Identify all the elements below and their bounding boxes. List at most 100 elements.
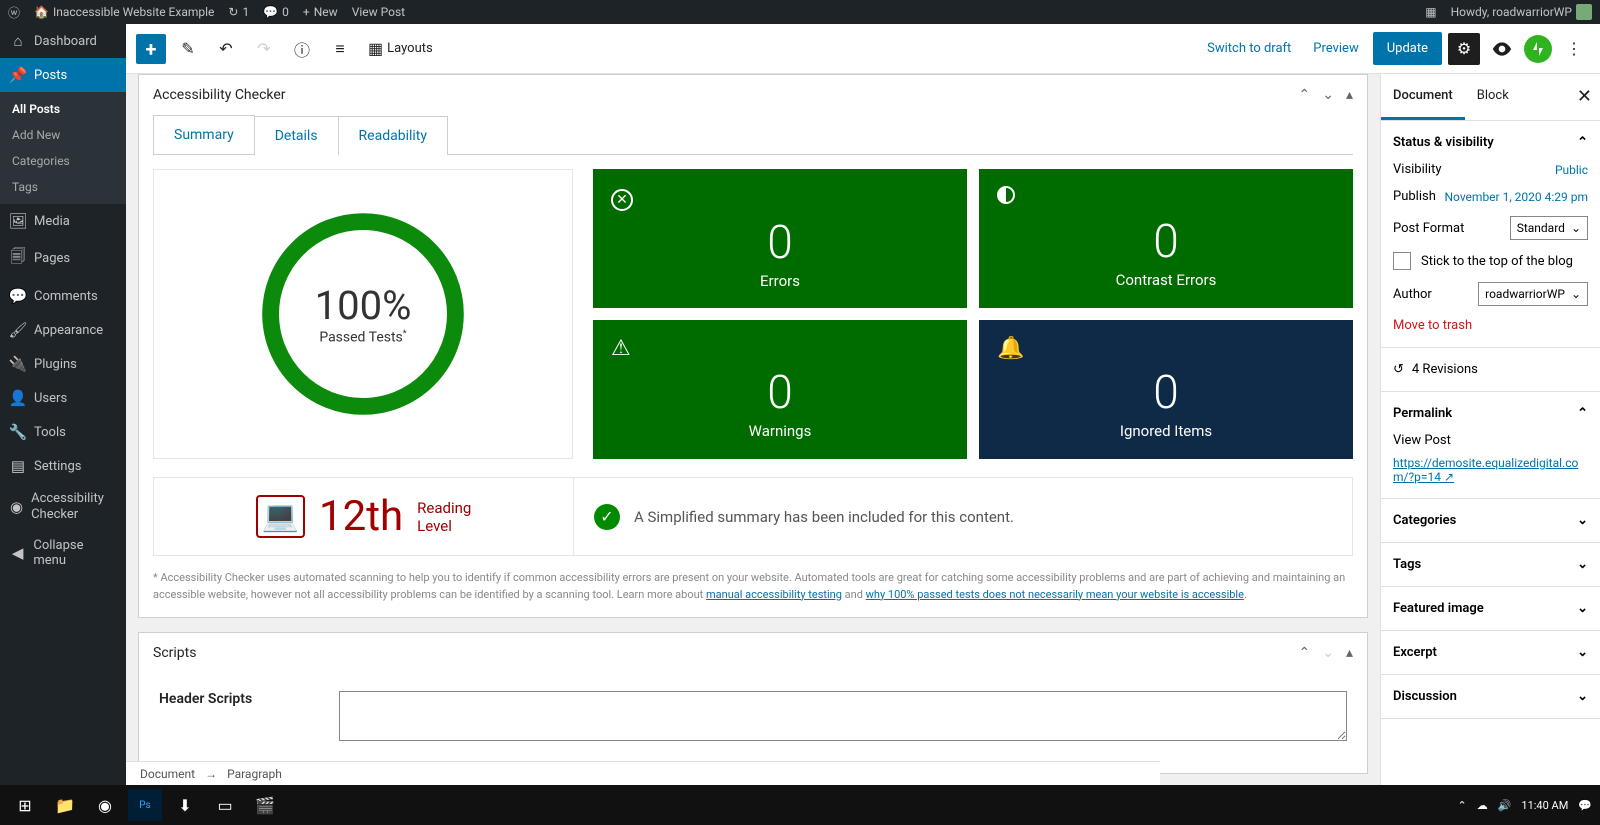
panel-header: Scripts ⌃ ⌄ ▴: [139, 633, 1367, 673]
sidebar-item-accessibility-checker[interactable]: ◉Accessibility Checker: [0, 483, 126, 530]
breadcrumb-document[interactable]: Document: [140, 767, 195, 781]
status-visibility-toggle[interactable]: Status & visibility ⌃: [1393, 135, 1588, 150]
post-format-select[interactable]: Standard ⌄: [1510, 216, 1588, 240]
chrome-icon[interactable]: ◉: [88, 789, 122, 821]
outline-button[interactable]: ≡: [324, 33, 356, 65]
new-link[interactable]: + New: [303, 5, 338, 19]
sidebar-item-posts[interactable]: 📌Posts: [0, 58, 126, 92]
disclaimer-text: * Accessibility Checker uses automated s…: [153, 570, 1353, 603]
author-select[interactable]: roadwarriorWP ⌄: [1478, 282, 1588, 306]
permalink-url-link[interactable]: https://demosite.equalizedigital.com/?p=…: [1393, 456, 1588, 484]
excerpt-toggle[interactable]: Excerpt ⌄: [1393, 645, 1588, 660]
redo-button[interactable]: ↷: [248, 33, 280, 65]
tab-document[interactable]: Document: [1381, 74, 1465, 120]
updates-link[interactable]: ↻ 1: [228, 5, 249, 19]
sidebar-item-tools[interactable]: 🔧Tools: [0, 415, 126, 449]
contrast-errors-card[interactable]: 0 Contrast Errors: [979, 169, 1353, 308]
featured-image-section: Featured image ⌄: [1381, 587, 1600, 631]
posts-icon: 📌: [10, 66, 26, 84]
edit-mode-button[interactable]: ✎: [172, 33, 204, 65]
tab-details[interactable]: Details: [254, 116, 339, 155]
permalink-toggle[interactable]: Permalink ⌃: [1393, 406, 1588, 421]
update-button[interactable]: Update: [1373, 32, 1442, 65]
windows-taskbar: ⊞ 📁 ◉ Ps ⬇ ▭ 🎬 ⌃ ☁ 🔊 11:40 AM 💬: [0, 785, 1600, 825]
howdy-link[interactable]: Howdy, roadwarriorWP: [1451, 4, 1592, 20]
sidebar-item-users[interactable]: 👤Users: [0, 381, 126, 415]
visibility-value-link[interactable]: Public: [1555, 163, 1588, 177]
info-button[interactable]: ⓘ: [286, 33, 318, 65]
sidebar-submenu-posts: All Posts Add New Categories Tags: [0, 92, 126, 204]
sidebar-item-plugins[interactable]: 🔌Plugins: [0, 347, 126, 381]
sidebar-sub-categories[interactable]: Categories: [0, 148, 126, 174]
notification-icon[interactable]: ▦: [1425, 5, 1436, 19]
accessibility-checker-panel: Accessibility Checker ⌃ ⌄ ▴ Summary Deta…: [138, 74, 1368, 618]
site-link[interactable]: 🏠 Inaccessible Website Example: [34, 5, 214, 19]
close-settings-button[interactable]: ✕: [1577, 86, 1592, 107]
tray-icon[interactable]: ⌃: [1457, 799, 1466, 812]
header-scripts-textarea[interactable]: [339, 691, 1347, 741]
panel-toggle-button[interactable]: ▴: [1346, 645, 1353, 661]
scripts-panel-title: Scripts: [153, 645, 196, 661]
sidebar-item-comments[interactable]: 💬Comments: [0, 279, 126, 313]
panel-up-button[interactable]: ⌃: [1299, 645, 1311, 661]
manual-testing-link[interactable]: manual accessibility testing: [706, 588, 842, 601]
wp-logo-icon[interactable]: ⓦ: [8, 4, 20, 21]
layouts-button[interactable]: ▦ Layouts: [362, 33, 439, 65]
tray-icon[interactable]: ☁: [1477, 799, 1488, 812]
breadcrumb-paragraph[interactable]: Paragraph: [227, 767, 282, 781]
settings-toggle-button[interactable]: ⚙: [1448, 33, 1480, 65]
file-explorer-icon[interactable]: 📁: [48, 789, 82, 821]
view-post-link[interactable]: View Post: [352, 5, 405, 19]
discussion-toggle[interactable]: Discussion ⌄: [1393, 689, 1588, 704]
more-menu-button[interactable]: ⋮: [1558, 33, 1590, 65]
panel-down-button[interactable]: ⌄: [1322, 645, 1334, 661]
preview-link[interactable]: Preview: [1305, 33, 1366, 64]
users-icon: 👤: [10, 389, 26, 407]
comments-icon: 💬: [10, 287, 26, 305]
sidebar-item-pages[interactable]: 🗐Pages: [0, 238, 126, 279]
panel-toggle-button[interactable]: ▴: [1346, 87, 1353, 103]
layouts-icon: ▦: [368, 39, 383, 58]
move-to-trash-link[interactable]: Move to trash: [1393, 318, 1472, 333]
tray-icon[interactable]: 🔊: [1498, 799, 1512, 812]
clock[interactable]: 11:40 AM: [1521, 799, 1568, 812]
tab-summary[interactable]: Summary: [153, 115, 255, 154]
tab-readability[interactable]: Readability: [338, 116, 448, 155]
app-icon[interactable]: 🎬: [248, 789, 282, 821]
notifications-icon[interactable]: 💬: [1578, 799, 1592, 812]
stick-checkbox[interactable]: [1393, 252, 1411, 270]
categories-toggle[interactable]: Categories ⌄: [1393, 513, 1588, 528]
sidebar-label: Plugins: [34, 357, 77, 372]
revisions-button[interactable]: ↺ 4 Revisions: [1381, 348, 1600, 392]
photoshop-icon[interactable]: Ps: [128, 789, 162, 821]
eye-toggle-button[interactable]: [1486, 33, 1518, 65]
ignored-items-card[interactable]: 🔔 0 Ignored Items: [979, 320, 1353, 459]
errors-card[interactable]: ✕ 0 Errors: [593, 169, 967, 308]
sidebar-item-collapse[interactable]: ◀Collapse menu: [0, 530, 126, 576]
panel-up-button[interactable]: ⌃: [1299, 87, 1311, 103]
start-button[interactable]: ⊞: [8, 789, 42, 821]
sidebar-sub-all-posts[interactable]: All Posts: [0, 96, 126, 122]
sidebar-sub-tags[interactable]: Tags: [0, 174, 126, 200]
undo-button[interactable]: ↶: [210, 33, 242, 65]
comments-link[interactable]: 💬 0: [263, 5, 289, 19]
add-block-button[interactable]: +: [136, 34, 166, 64]
why-100-link[interactable]: why 100% passed tests does not necessari…: [866, 588, 1244, 601]
panel-down-button[interactable]: ⌄: [1322, 87, 1334, 103]
sidebar-item-appearance[interactable]: 🖌Appearance: [0, 313, 126, 347]
featured-image-toggle[interactable]: Featured image ⌄: [1393, 601, 1588, 616]
sidebar-item-dashboard[interactable]: ⌂Dashboard: [0, 24, 126, 58]
app-icon[interactable]: ⬇: [168, 789, 202, 821]
sidebar-sub-add-new[interactable]: Add New: [0, 122, 126, 148]
reading-label-2: Level: [417, 517, 471, 535]
warnings-card[interactable]: ⚠ 0 Warnings: [593, 320, 967, 459]
sidebar-item-settings[interactable]: ▤Settings: [0, 449, 126, 483]
app-icon[interactable]: ▭: [208, 789, 242, 821]
sidebar-item-media[interactable]: 🖼Media: [0, 204, 126, 238]
publish-value-link[interactable]: November 1, 2020 4:29 pm: [1445, 190, 1589, 204]
switch-to-draft-link[interactable]: Switch to draft: [1199, 33, 1299, 64]
tab-block[interactable]: Block: [1465, 74, 1521, 120]
jetpack-button[interactable]: [1524, 35, 1552, 63]
excerpt-section: Excerpt ⌄: [1381, 631, 1600, 675]
tags-toggle[interactable]: Tags ⌄: [1393, 557, 1588, 572]
